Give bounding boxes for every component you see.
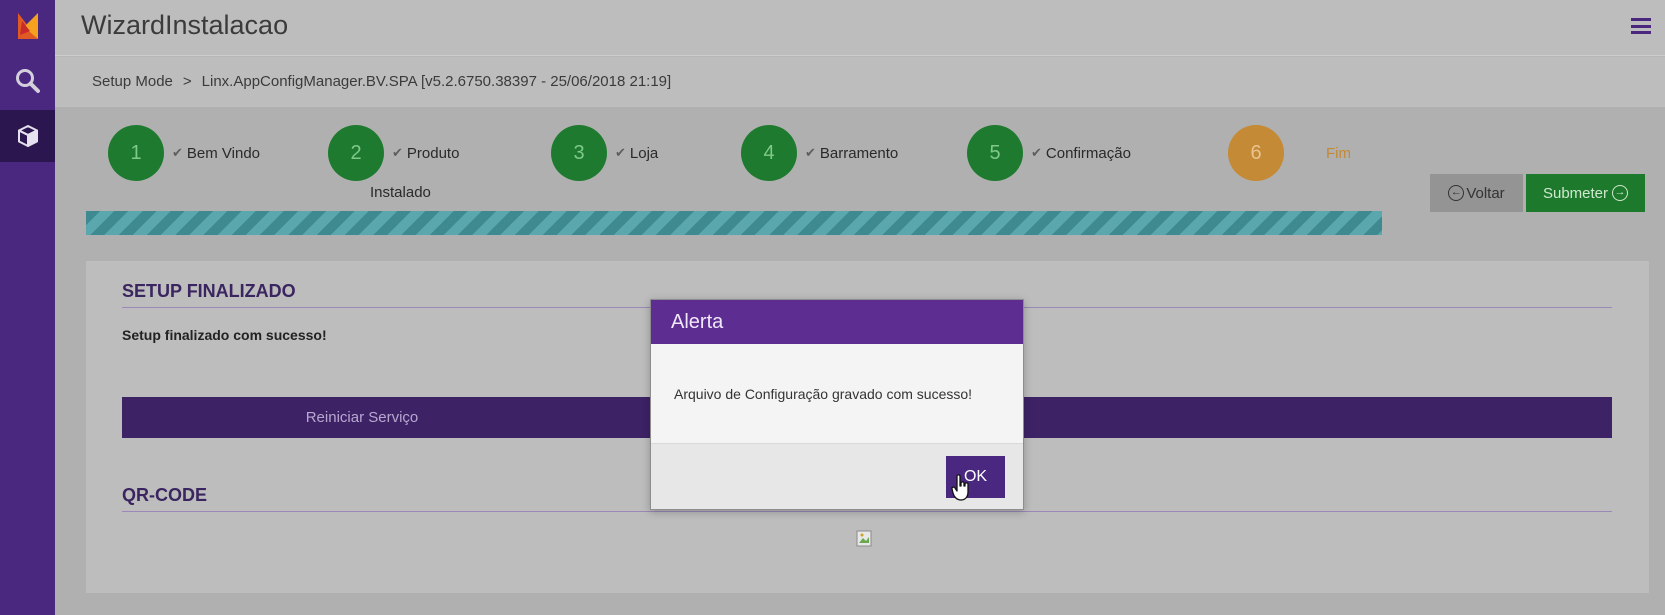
wizard-step-6: 6 Fim xyxy=(1228,125,1351,181)
arrow-right-icon: → xyxy=(1612,185,1629,201)
back-button-label: Voltar xyxy=(1466,184,1505,202)
wizard-step-2: 2 ✔ Produto xyxy=(328,125,459,181)
hand-cursor-icon xyxy=(951,474,971,507)
breadcrumb: Setup Mode > Linx.AppConfigManager.BV.SP… xyxy=(55,57,1665,107)
header: WizardInstalacao xyxy=(55,0,1665,56)
check-icon: ✔ xyxy=(392,145,403,160)
breadcrumb-separator: > xyxy=(182,73,192,90)
alert-message: Arquivo de Configuração gravado com suce… xyxy=(651,344,1023,443)
step-number: 6 xyxy=(1228,125,1284,181)
step-number: 1 xyxy=(108,125,164,181)
submit-button[interactable]: Submeter → xyxy=(1526,174,1645,212)
check-icon: ✔ xyxy=(1031,145,1042,160)
wizard-step-3: 3 ✔ Loja xyxy=(551,125,658,181)
step-label: Fim xyxy=(1326,144,1351,162)
qr-code-title: QR-CODE xyxy=(122,485,207,505)
step-sublabel: Instalado xyxy=(370,184,431,201)
wizard-step-4: 4 ✔ Barramento xyxy=(741,125,898,181)
step-number: 2 xyxy=(328,125,384,181)
cube-icon[interactable] xyxy=(0,110,55,162)
check-icon: ✔ xyxy=(172,145,183,160)
step-label: Produto xyxy=(406,144,460,162)
setup-finished-title: SETUP FINALIZADO xyxy=(122,281,296,301)
wizard-step-5: 5 ✔ Confirmação xyxy=(967,125,1131,181)
wizard-progress-bar xyxy=(86,211,1382,235)
wizard-step-1: 1 ✔ Bem Vindo xyxy=(108,125,260,181)
broken-image-icon xyxy=(856,530,874,548)
back-button[interactable]: ← Voltar xyxy=(1430,174,1523,212)
left-sidebar xyxy=(0,0,55,615)
success-message: Setup finalizado com sucesso! xyxy=(122,327,327,343)
step-label: Barramento xyxy=(819,144,899,162)
step-number: 3 xyxy=(551,125,607,181)
alert-title: Alerta xyxy=(651,300,1023,344)
logo-icon[interactable] xyxy=(0,0,55,52)
submit-button-label: Submeter xyxy=(1542,184,1609,202)
breadcrumb-setup-mode[interactable]: Setup Mode xyxy=(92,73,173,90)
breadcrumb-app-version: Linx.AppConfigManager.BV.SPA [v5.2.6750.… xyxy=(201,73,672,90)
check-icon: ✔ xyxy=(805,145,816,160)
step-label: Confirmação xyxy=(1045,144,1131,162)
step-label: Bem Vindo xyxy=(186,144,261,162)
arrow-left-icon: ← xyxy=(1448,185,1465,201)
restart-service-label: Reiniciar Serviço xyxy=(305,409,419,426)
divider xyxy=(122,511,1612,512)
menu-icon[interactable] xyxy=(1631,18,1651,34)
step-number: 5 xyxy=(967,125,1023,181)
check-icon: ✔ xyxy=(615,145,626,160)
app-title: WizardInstalacao xyxy=(81,10,289,40)
search-icon[interactable] xyxy=(0,52,55,110)
step-number: 4 xyxy=(741,125,797,181)
step-label: Loja xyxy=(629,144,659,162)
